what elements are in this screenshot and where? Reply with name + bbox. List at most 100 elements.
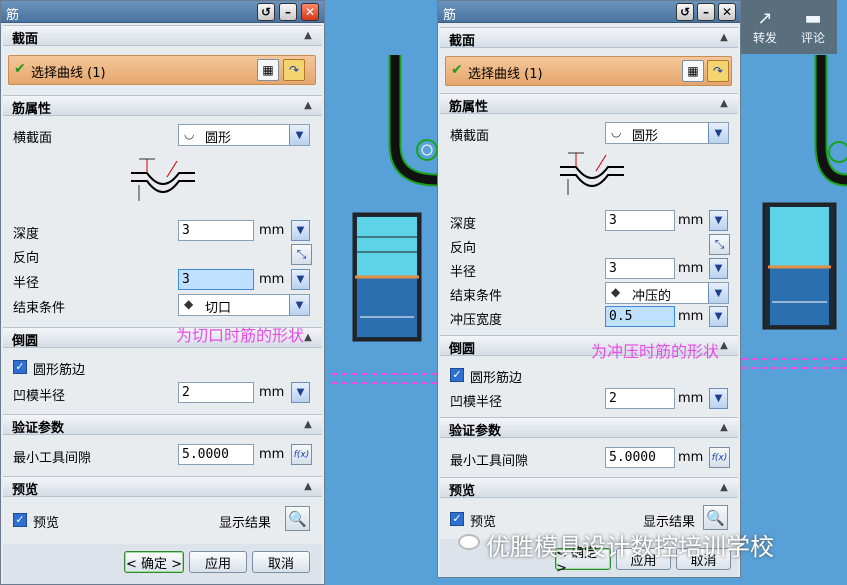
rib-profile-diagram <box>560 152 624 195</box>
depth-label: 深度 <box>13 227 40 242</box>
cross-section-select[interactable]: ◡ 圆形 ▼ <box>178 124 310 146</box>
reverse-direction-icon[interactable]: ⤡ <box>291 244 312 265</box>
die-radius-unit: mm <box>259 385 285 400</box>
die-radius-unit-dropdown[interactable]: ▼ <box>291 382 310 403</box>
select-curve-row[interactable]: ✔ 选择曲线 (1) ▦ ↷ <box>445 56 732 86</box>
die-radius-label: 凹模半径 <box>13 389 66 404</box>
chevron-up-icon: ▲ <box>720 481 728 493</box>
cut-icon: ◆ <box>184 297 194 311</box>
close-icon[interactable]: ✕ <box>301 3 319 21</box>
depth-unit: mm <box>259 223 285 238</box>
part-left-block <box>352 212 422 342</box>
depth-unit: mm <box>678 213 704 228</box>
section-header-rib-props[interactable]: 筋属性 ▲ <box>440 93 738 115</box>
cancel-button[interactable]: 取消 <box>252 551 310 573</box>
section-header-verify[interactable]: 验证参数 ▲ <box>440 417 738 439</box>
min-gap-unit: mm <box>678 450 704 465</box>
section-header-preview[interactable]: 预览 ▲ <box>440 477 738 499</box>
chevron-up-icon: ▲ <box>720 421 728 433</box>
section-header-preview[interactable]: 预览 ▲ <box>3 476 322 498</box>
cross-section-label: 横截面 <box>13 131 53 146</box>
radius-unit: mm <box>259 272 285 287</box>
share-icon: ↗ <box>757 8 773 29</box>
depth-input[interactable]: 3 <box>605 210 675 231</box>
formula-icon[interactable]: f(x) <box>709 447 730 468</box>
circle-section-icon: ◡ <box>611 125 622 139</box>
stamp-width-input[interactable]: 0.5 <box>605 306 675 327</box>
dialog-titlebar: 筋 ↺ – ✕ <box>1 1 324 23</box>
die-radius-input[interactable]: 2 <box>605 388 675 409</box>
checkmark-icon: ✔ <box>451 62 463 78</box>
preview-label: 预览 <box>33 516 60 531</box>
select-curve-row[interactable]: ✔ 选择曲线 (1) ▦ ↷ <box>8 55 316 85</box>
formula-icon[interactable]: f(x) <box>291 444 312 465</box>
min-gap-unit: mm <box>259 447 285 462</box>
section-header-verify[interactable]: 验证参数 ▲ <box>3 414 322 436</box>
end-condition-select[interactable]: ◆ 冲压的 ▼ <box>605 282 729 304</box>
reset-icon[interactable]: ↺ <box>676 3 694 21</box>
chevron-up-icon: ▲ <box>720 97 728 109</box>
chevron-down-icon: ▼ <box>708 283 728 303</box>
round-edge-checkbox[interactable]: ✓ <box>450 368 464 382</box>
apply-button[interactable]: 应用 <box>189 551 247 573</box>
share-button[interactable]: ↗ 转发 <box>741 0 789 54</box>
rib-dialog-cut: 筋 ↺ – ✕ 截面 ▲ ✔ 选择曲线 (1) ▦ ↷ 筋属性 ▲ 横截面 ◡ … <box>0 0 325 585</box>
show-result-label: 显示结果 <box>219 516 272 531</box>
round-edge-checkbox[interactable]: ✓ <box>13 360 27 374</box>
ok-button[interactable]: < 确定 > <box>124 551 184 573</box>
guide-line <box>741 367 847 369</box>
radius-unit-dropdown[interactable]: ▼ <box>709 258 728 279</box>
reverse-direction-icon[interactable]: ⤡ <box>709 234 730 255</box>
guide-line <box>741 358 847 360</box>
round-edge-label: 圆形筋边 <box>470 371 523 386</box>
chevron-down-icon: ▼ <box>289 125 309 145</box>
depth-unit-dropdown[interactable]: ▼ <box>291 220 310 241</box>
stamp-width-label: 冲压宽度 <box>450 313 503 328</box>
preview-checkbox[interactable]: ✓ <box>13 513 27 527</box>
min-gap-label: 最小工具间隙 <box>13 451 92 466</box>
magnifier-icon[interactable]: 🔍 <box>285 506 310 531</box>
stamp-width-unit: mm <box>678 309 704 324</box>
annotation-cut: 为切口时筋的形状 <box>176 326 305 345</box>
annotation-stamp: 为冲压时筋的形状 <box>591 342 720 361</box>
curve-icon[interactable]: ↷ <box>283 59 305 81</box>
comment-icon: ▬ <box>804 8 822 29</box>
preview-checkbox[interactable]: ✓ <box>450 512 464 526</box>
stamp-width-unit-dropdown[interactable]: ▼ <box>709 306 728 327</box>
die-radius-input[interactable]: 2 <box>178 382 254 403</box>
sketch-section-icon[interactable]: ▦ <box>257 59 279 81</box>
cross-section-select[interactable]: ◡ 圆形 ▼ <box>605 122 729 144</box>
sketch-section-icon[interactable]: ▦ <box>682 60 704 82</box>
chevron-up-icon: ▲ <box>304 29 312 41</box>
round-edge-label: 圆形筋边 <box>33 363 86 378</box>
radius-input[interactable]: 3 <box>605 258 675 279</box>
cross-section-label: 横截面 <box>450 129 490 144</box>
chevron-up-icon: ▲ <box>304 418 312 430</box>
wechat-icon <box>458 534 480 550</box>
guide-line <box>332 382 437 384</box>
curve-icon[interactable]: ↷ <box>707 60 729 82</box>
depth-unit-dropdown[interactable]: ▼ <box>709 210 728 231</box>
chevron-down-icon: ▼ <box>289 295 309 315</box>
min-gap-input[interactable]: 5.0000 <box>178 444 254 465</box>
minimize-icon[interactable]: – <box>279 3 297 21</box>
die-radius-unit-dropdown[interactable]: ▼ <box>709 388 728 409</box>
minimize-icon[interactable]: – <box>697 3 715 21</box>
radius-unit-dropdown[interactable]: ▼ <box>291 269 310 290</box>
circle-section-icon: ◡ <box>184 127 195 141</box>
rib-profile-diagram <box>131 158 195 201</box>
close-icon[interactable]: ✕ <box>718 3 736 21</box>
reset-icon[interactable]: ↺ <box>257 3 275 21</box>
radius-input[interactable]: 3 <box>178 269 254 290</box>
section-header-section[interactable]: 截面 ▲ <box>440 27 738 49</box>
depth-input[interactable]: 3 <box>178 220 254 241</box>
comment-button[interactable]: ▬ 评论 <box>789 0 837 54</box>
end-condition-select[interactable]: ◆ 切口 ▼ <box>178 294 310 316</box>
min-gap-input[interactable]: 5.0000 <box>605 447 675 468</box>
dialog-titlebar: 筋 ↺ – ✕ <box>438 1 740 23</box>
dialog-title: 筋 <box>6 8 20 23</box>
section-header-section[interactable]: 截面 ▲ <box>3 25 322 47</box>
section-header-rib-props[interactable]: 筋属性 ▲ <box>3 95 322 117</box>
part-right-block <box>762 202 837 330</box>
die-radius-unit: mm <box>678 391 704 406</box>
